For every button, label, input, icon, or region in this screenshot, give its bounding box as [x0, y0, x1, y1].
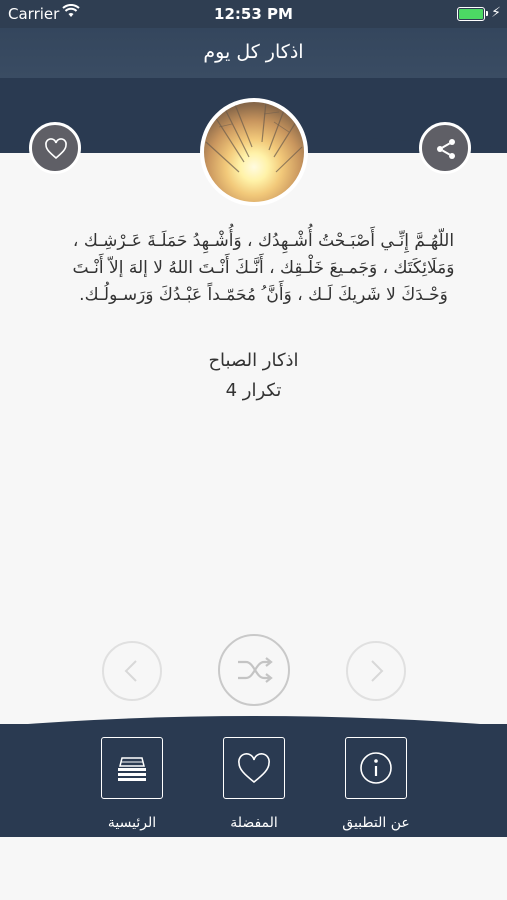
- category-label: اذكار الصباح: [208, 350, 299, 371]
- favorites-label: المفضلة: [230, 815, 278, 831]
- next-button[interactable]: [346, 641, 406, 701]
- shuffle-button[interactable]: [218, 634, 290, 706]
- repeat-count: تكرار 4: [225, 380, 282, 401]
- previous-button[interactable]: [102, 641, 162, 701]
- page-title: اذكار كل يوم: [203, 41, 304, 63]
- share-icon: [437, 139, 455, 159]
- share-button[interactable]: [419, 122, 471, 174]
- battery-icon: [457, 7, 488, 21]
- charging-icon: ⚡: [491, 5, 501, 21]
- bottom-area: [0, 837, 507, 900]
- info-icon: [360, 752, 392, 784]
- heart-icon: [45, 138, 67, 160]
- home-button[interactable]: [101, 737, 163, 799]
- status-bar: Carrier 12:53 PM ⚡: [0, 0, 507, 28]
- favorite-button[interactable]: [29, 122, 81, 174]
- shuffle-icon: [238, 657, 273, 683]
- about-button[interactable]: [345, 737, 407, 799]
- heart-icon: [238, 753, 270, 784]
- navigation-bar: اذكار كل يوم: [0, 28, 507, 78]
- about-label: عن التطبيق: [342, 815, 410, 831]
- zikr-photo: [200, 98, 308, 206]
- chevron-right-icon: [371, 660, 384, 682]
- chevron-left-icon: [124, 660, 137, 682]
- favorites-tab-button[interactable]: [223, 737, 285, 799]
- clock: 12:53 PM: [214, 5, 293, 23]
- book-stack-icon: [118, 757, 146, 781]
- zikr-text: اللّهُـمَّ إِنِّـي أَصْبَـحْتُ أُشْـهِدُ…: [72, 231, 455, 305]
- home-label: الرئيسية: [107, 815, 157, 831]
